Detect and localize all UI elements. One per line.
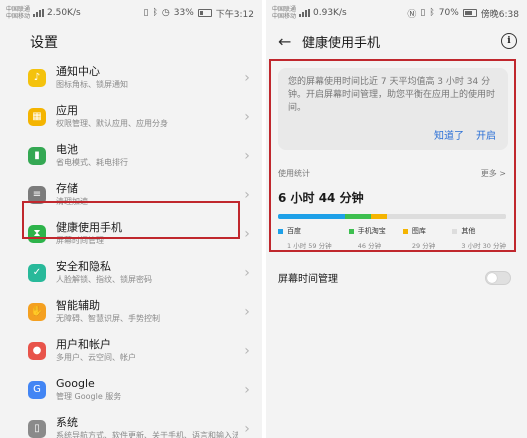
network-speed: 0.93K/s: [313, 8, 347, 18]
carrier-1: 中国联通: [6, 6, 31, 13]
vibrate-icon: ▯: [420, 8, 426, 18]
network-speed: 2.50K/s: [47, 8, 81, 18]
settings-item-4[interactable]: ≡ 存储清理加速 ›: [0, 175, 262, 214]
carrier-names: 中国联通 中国移动: [6, 6, 30, 20]
settings-item-subtitle: 图标角标、锁屏通知: [56, 80, 128, 89]
settings-item-subtitle: 人脸解锁、指纹、锁屏密码: [56, 275, 152, 284]
settings-item-text: 安全和隐私人脸解锁、指纹、锁屏密码: [56, 260, 238, 285]
chevron-right-icon: ›: [244, 69, 250, 86]
settings-item-text: 通知中心图标角标、锁屏通知: [56, 65, 238, 90]
settings-item-3[interactable]: ▮ 电池省电模式、耗电排行 ›: [0, 136, 262, 175]
battery-level-icon: [197, 9, 212, 17]
settings-item-title: 系统: [56, 416, 78, 429]
settings-item-9[interactable]: G Google 管理 Google 服务 ›: [0, 370, 262, 409]
settings-item-7[interactable]: ✋ 智能辅助无障碍、智慧识屏、手势控制 ›: [0, 292, 262, 331]
shield-icon: ✓: [28, 263, 46, 282]
settings-item-title: 智能辅助: [56, 299, 100, 312]
settings-item-text: 用户和帐户多用户、云空间、帐户: [56, 338, 238, 363]
user-icon: ●: [28, 341, 46, 360]
info-icon[interactable]: i: [501, 33, 517, 49]
settings-item-subtitle: 屏幕时间管理: [56, 236, 104, 245]
screen-time-row[interactable]: 屏幕时间管理: [278, 270, 511, 285]
settings-item-subtitle: 系统导航方式、软件更新、关于手机、语言和输入法: [56, 431, 238, 438]
alarm-icon: ◷: [161, 8, 170, 18]
screen-time-toggle[interactable]: [485, 270, 511, 285]
settings-item-subtitle: 无障碍、智慧识屏、手势控制: [56, 314, 160, 323]
bluetooth-icon: ᛒ: [429, 8, 435, 18]
clock: 下午3:12: [215, 9, 254, 20]
bell-icon: ♪: [28, 68, 46, 87]
settings-item-title: 通知中心: [56, 65, 100, 78]
settings-item-2[interactable]: ▦ 应用权限管理、默认应用、应用分身 ›: [0, 97, 262, 136]
settings-item-1[interactable]: ♪ 通知中心图标角标、锁屏通知 ›: [0, 58, 262, 97]
back-arrow-icon[interactable]: ←: [278, 32, 302, 51]
chevron-right-icon: ›: [244, 420, 250, 437]
status-bar: 中国联通 中国移动 2.50K/s ▯ ᛒ ◷ 33% 下午3:12: [0, 0, 262, 26]
nfc-icon: Ⓝ: [407, 9, 417, 20]
settings-item-8[interactable]: ● 用户和帐户多用户、云空间、帐户 ›: [0, 331, 262, 370]
settings-item-text: 健康使用手机屏幕时间管理: [56, 221, 238, 246]
settings-item-6[interactable]: ✓ 安全和隐私人脸解锁、指纹、锁屏密码 ›: [0, 253, 262, 292]
hand-icon: ✋: [28, 302, 46, 321]
chevron-right-icon: ›: [244, 303, 250, 320]
vibrate-icon: ▯: [143, 8, 149, 18]
page-title: 设置: [30, 35, 58, 51]
apps-grid-icon: ▦: [28, 107, 46, 126]
settings-item-10[interactable]: ▯ 系统系统导航方式、软件更新、关于手机、语言和输入法 ›: [0, 409, 262, 438]
chevron-right-icon: ›: [244, 225, 250, 242]
phone-icon: ▯: [28, 419, 46, 438]
settings-item-title: 健康使用手机: [56, 221, 122, 234]
page-title: 健康使用手机: [302, 35, 381, 51]
settings-item-5[interactable]: ⧗ 健康使用手机屏幕时间管理 ›: [0, 214, 262, 253]
carrier-1: 中国联通: [272, 6, 297, 13]
settings-item-title: Google: [56, 377, 95, 390]
chevron-right-icon: ›: [244, 186, 250, 203]
settings-item-title: 存储: [56, 182, 78, 195]
title-bar: ← 健康使用手机 i: [266, 26, 527, 56]
settings-item-text: 电池省电模式、耗电排行: [56, 143, 238, 168]
chevron-right-icon: ›: [244, 147, 250, 164]
chevron-right-icon: ›: [244, 381, 250, 398]
battery-level-icon: [462, 9, 477, 17]
settings-item-title: 应用: [56, 104, 78, 117]
storage-icon: ≡: [28, 185, 46, 204]
settings-item-text: Google 管理 Google 服务: [56, 377, 238, 402]
battery-percent: 33%: [173, 8, 194, 18]
carrier-2: 中国移动: [272, 13, 297, 20]
carrier-names: 中国联通 中国移动: [272, 6, 296, 20]
chevron-right-icon: ›: [244, 342, 250, 359]
settings-item-title: 电池: [56, 143, 78, 156]
battery-percent: 70%: [438, 8, 459, 18]
signal-icon: [299, 9, 311, 17]
carrier-2: 中国移动: [6, 13, 31, 20]
chevron-right-icon: ›: [244, 264, 250, 281]
status-bar: 中国联通 中国移动 0.93K/s Ⓝ ▯ ᛒ 70% 傍晚6:38: [266, 0, 527, 26]
hourglass-icon: ⧗: [28, 224, 46, 243]
settings-item-subtitle: 省电模式、耗电排行: [56, 158, 128, 167]
signal-icon: [33, 9, 45, 17]
clock: 傍晚6:38: [480, 9, 519, 20]
battery-icon: ▮: [28, 146, 46, 165]
settings-item-text: 智能辅助无障碍、智慧识屏、手势控制: [56, 299, 238, 324]
settings-item-title: 用户和帐户: [56, 338, 111, 351]
settings-item-subtitle: 清理加速: [56, 197, 88, 206]
settings-item-subtitle: 权限管理、默认应用、应用分身: [56, 119, 168, 128]
settings-item-text: 系统系统导航方式、软件更新、关于手机、语言和输入法: [56, 416, 238, 438]
digital-balance-screen: 中国联通 中国移动 0.93K/s Ⓝ ▯ ᛒ 70% 傍晚6:38 ← 健康使…: [266, 0, 527, 438]
settings-list: ♪ 通知中心图标角标、锁屏通知 › ▦ 应用权限管理、默认应用、应用分身 › ▮ 电池省电模式…: [0, 58, 262, 438]
google-icon: G: [28, 380, 46, 399]
highlight-box: [269, 59, 516, 252]
settings-item-text: 应用权限管理、默认应用、应用分身: [56, 104, 238, 129]
settings-screen: 中国联通 中国移动 2.50K/s ▯ ᛒ ◷ 33% 下午3:12 设置 ♪ 通…: [0, 0, 262, 438]
chevron-right-icon: ›: [244, 108, 250, 125]
bluetooth-icon: ᛒ: [152, 8, 158, 18]
settings-item-title: 安全和隐私: [56, 260, 111, 273]
settings-item-subtitle: 管理 Google 服务: [56, 392, 122, 401]
settings-item-subtitle: 多用户、云空间、帐户: [56, 353, 136, 362]
screen-time-label: 屏幕时间管理: [278, 274, 338, 285]
settings-item-text: 存储 清理加速: [56, 182, 238, 207]
